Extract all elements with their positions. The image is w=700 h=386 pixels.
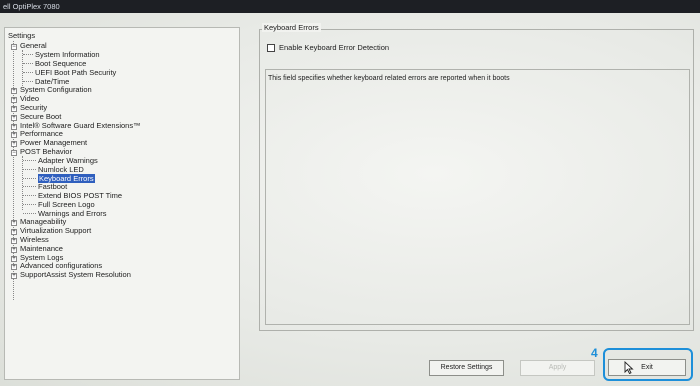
description-box: This field specifies whether keyboard re… bbox=[265, 69, 690, 325]
enable-keyboard-error-detection-checkbox[interactable] bbox=[267, 43, 275, 52]
tree-item-system-information[interactable]: System Information bbox=[35, 50, 100, 59]
tree-item-uefi-boot-path-security[interactable]: UEFI Boot Path Security bbox=[35, 68, 116, 77]
tree-item-post-behavior[interactable]: − POST Behavior bbox=[11, 147, 72, 156]
tree-item-label: Secure Boot bbox=[20, 112, 62, 121]
tree-item-adapter-warnings[interactable]: Adapter Warnings bbox=[38, 156, 98, 165]
tree-item-label: Security bbox=[20, 103, 48, 112]
tree-item-label: General bbox=[20, 41, 47, 50]
tree-item-security[interactable]: + Security bbox=[11, 103, 47, 112]
tree-item-fastboot[interactable]: Fastboot bbox=[38, 182, 67, 191]
tree-guide-line bbox=[22, 156, 23, 210]
tree-item-label: POST Behavior bbox=[20, 147, 72, 156]
tree-item-boot-sequence[interactable]: Boot Sequence bbox=[35, 59, 86, 68]
tree-item-label: Virtualization Support bbox=[20, 226, 92, 235]
tree-item-advanced-configurations[interactable]: + Advanced configurations bbox=[11, 261, 102, 270]
tree-item-supportassist[interactable]: + SupportAssist System Resolution bbox=[11, 270, 131, 279]
expand-icon[interactable]: + bbox=[11, 273, 17, 279]
tree-item-virtualization-support[interactable]: + Virtualization Support bbox=[11, 226, 91, 235]
tree-item-performance[interactable]: + Performance bbox=[11, 129, 63, 138]
tree-item-manageability[interactable]: + Manageability bbox=[11, 217, 66, 226]
checkbox-label: Enable Keyboard Error Detection bbox=[279, 43, 390, 52]
mouse-cursor-icon bbox=[624, 361, 634, 374]
tree-item-label: SupportAssist System Resolution bbox=[20, 270, 131, 279]
step-number-label: 4 bbox=[591, 346, 598, 360]
tree-item-secure-boot[interactable]: + Secure Boot bbox=[11, 112, 61, 121]
collapse-icon[interactable]: − bbox=[11, 44, 17, 50]
tree-item-label: Wireless bbox=[20, 235, 49, 244]
tree-item-extend-bios-post-time[interactable]: Extend BIOS POST Time bbox=[38, 191, 122, 200]
tree-item-system-configuration[interactable]: + System Configuration bbox=[11, 85, 92, 94]
tree-root-settings[interactable]: Settings bbox=[8, 31, 35, 40]
tree-item-label: Manageability bbox=[20, 217, 67, 226]
window-title: ell OptiPlex 7080 bbox=[0, 0, 700, 13]
tree-item-label: Video bbox=[20, 94, 40, 103]
keyboard-error-detection-option[interactable]: Enable Keyboard Error Detection bbox=[267, 43, 389, 52]
tree-item-label: Maintenance bbox=[20, 244, 63, 253]
tree-item-general[interactable]: − General bbox=[11, 41, 47, 50]
tree-item-wireless[interactable]: + Wireless bbox=[11, 235, 49, 244]
groupbox-title: Keyboard Errors bbox=[262, 23, 321, 32]
settings-tree-panel: Settings − General System Information Boo… bbox=[4, 27, 240, 380]
tree-item-label: Power Management bbox=[20, 138, 88, 147]
apply-button[interactable]: Apply bbox=[520, 360, 595, 376]
tree-item-video[interactable]: + Video bbox=[11, 94, 39, 103]
tree-item-full-screen-logo[interactable]: Full Screen Logo bbox=[38, 200, 95, 209]
tree-item-numlock-led[interactable]: Numlock LED bbox=[38, 165, 84, 174]
collapse-icon[interactable]: − bbox=[11, 150, 17, 156]
description-text: This field specifies whether keyboard re… bbox=[268, 75, 510, 82]
tree-item-power-management[interactable]: + Power Management bbox=[11, 138, 87, 147]
tree-item-label: Performance bbox=[20, 129, 63, 138]
tree-item-maintenance[interactable]: + Maintenance bbox=[11, 244, 63, 253]
exit-highlight-ring bbox=[603, 348, 693, 381]
tree-item-label: System Configuration bbox=[20, 85, 92, 94]
tree-item-label: Advanced configurations bbox=[20, 261, 103, 270]
restore-settings-button[interactable]: Restore Settings bbox=[429, 360, 504, 376]
